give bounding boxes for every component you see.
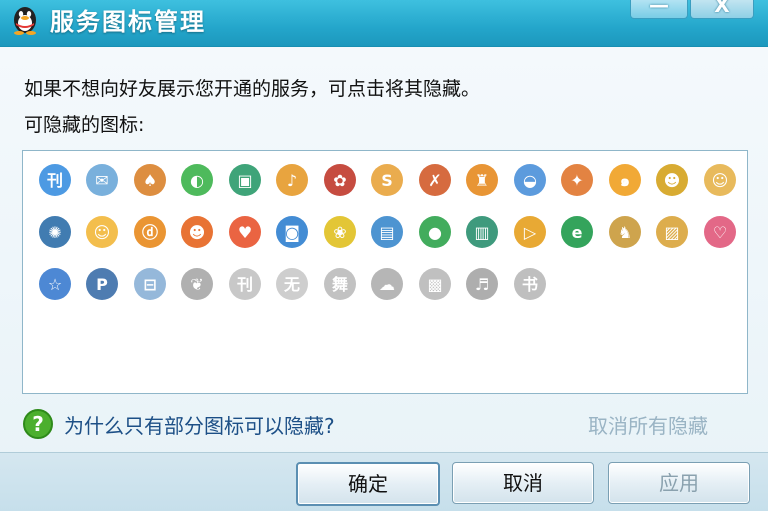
qq-board-icon[interactable]: ▤ [364, 213, 411, 265]
svg-text:▣: ▣ [237, 171, 252, 190]
svg-text:▨: ▨ [664, 223, 679, 242]
svg-text:▷: ▷ [523, 223, 536, 242]
svg-text:♠: ♠ [142, 171, 156, 190]
qq-farm-icon[interactable]: ♞ [601, 213, 648, 265]
svg-text:◐: ◐ [190, 171, 204, 190]
qq-music-icon[interactable]: ♪ [269, 161, 316, 213]
mail-icon[interactable]: ✉ [79, 161, 126, 213]
svg-text:●: ● [428, 223, 442, 242]
qq-browser-icon[interactable]: e [554, 213, 601, 265]
svg-text:✺: ✺ [48, 223, 61, 242]
svg-text:♜: ♜ [475, 171, 489, 190]
why-only-some-icons-link[interactable]: 为什么只有部分图标可以隐藏? [64, 410, 335, 439]
qq-xuanwu-icon[interactable]: ✦ [554, 161, 601, 213]
qq-heart-icon[interactable]: ♥ [221, 213, 268, 265]
svg-text:✗: ✗ [428, 171, 441, 190]
svg-text:✉: ✉ [95, 171, 108, 190]
qq-grey-book-icon[interactable]: 书 [506, 265, 553, 317]
svg-text:e: e [572, 223, 583, 242]
apply-button[interactable]: 应用 [608, 462, 750, 504]
svg-text:舞: 舞 [331, 275, 347, 294]
qq-ranch-icon[interactable]: ▨ [649, 213, 696, 265]
svg-text:书: 书 [521, 275, 537, 294]
qq-vip-icon[interactable]: ✿ [316, 161, 363, 213]
qq-grey-dancer-icon[interactable]: ♬ [459, 265, 506, 317]
svg-text:刊: 刊 [46, 171, 62, 190]
svg-text:☻: ☻ [189, 223, 206, 242]
svg-text:▤: ▤ [379, 223, 394, 242]
qq-fruit-icon[interactable]: ❀ [316, 213, 363, 265]
icon-grid: 刊 ✉ ♠ ◐ ▣ ♪ ✿ S ✗ ♜ ◒ ✦ ๑ ☻ ☺ ✺ ☺ ⓓ ☻ ♥ ◙ ❀ ▤ ● ▥ ▷ e ♞ ▨ ♡ ☆ P ⊟ ❦ 刊无舞 ☁ ▩ ♬… [31, 161, 747, 317]
qq-tang-icon[interactable]: ♜ [459, 161, 506, 213]
qq-grey-coin-icon[interactable]: 无 [269, 265, 316, 317]
svg-text:☻: ☻ [664, 171, 681, 190]
qq-show-icon[interactable]: ♠ [126, 161, 173, 213]
svg-text:▥: ▥ [474, 223, 489, 242]
qq-search-icon[interactable]: ☆ [31, 265, 78, 317]
qzone-icon[interactable]: 刊 [31, 161, 78, 213]
qq-fish-icon[interactable]: ☻ [174, 213, 221, 265]
qq-reader-icon[interactable]: ⊟ [126, 265, 173, 317]
svg-text:P: P [96, 275, 108, 294]
qq-game-icon[interactable]: ▣ [221, 161, 268, 213]
svg-text:☆: ☆ [47, 275, 61, 294]
qq-parking-icon[interactable]: P [79, 265, 126, 317]
cancel-all-hidden-link[interactable]: 取消所有隐藏 [588, 410, 708, 439]
qq-grey-square-icon[interactable]: ▩ [411, 265, 458, 317]
qq-red-diamond-icon[interactable]: ✺ [31, 213, 78, 265]
qq-penguin-icon [14, 7, 36, 35]
svg-text:♥: ♥ [237, 223, 251, 242]
svg-text:☺: ☺ [94, 223, 111, 242]
cancel-button[interactable]: 取消 [452, 462, 594, 504]
svg-text:?: ? [32, 412, 44, 436]
description-text: 如果不想向好友展示您开通的服务，可点击将其隐藏。 [24, 78, 481, 100]
qq-ticket-icon[interactable]: ▥ [459, 213, 506, 265]
qq-grey-dance-icon[interactable]: 舞 [316, 265, 363, 317]
qq-video-icon[interactable]: ▷ [506, 213, 553, 265]
svg-text:♞: ♞ [617, 223, 631, 242]
svg-text:◒: ◒ [523, 171, 537, 190]
qq-love-mail-icon[interactable]: ♡ [696, 213, 743, 265]
qq-speed-icon[interactable]: ✗ [411, 161, 458, 213]
qq-pet-bowl-icon[interactable]: ◒ [506, 161, 553, 213]
svg-text:✦: ✦ [570, 171, 583, 190]
svg-text:ⓓ: ⓓ [141, 223, 157, 242]
icon-list-panel: 刊 ✉ ♠ ◐ ▣ ♪ ✿ S ✗ ♜ ◒ ✦ ๑ ☻ ☺ ✺ ☺ ⓓ ☻ ♥ ◙ ❀ ▤ ● ▥ ▷ e ♞ ▨ ♡ ☆ P ⊟ ❦ 刊无舞 ☁ ▩ ♬… [22, 150, 748, 394]
svg-text:S: S [381, 171, 393, 190]
qq-grey-ball-icon[interactable]: 刊 [221, 265, 268, 317]
qq-doll-icon[interactable]: ☺ [696, 161, 743, 213]
svg-text:刊: 刊 [236, 275, 252, 294]
window-title: 服务图标管理 [50, 8, 206, 36]
svg-text:⊟: ⊟ [143, 275, 156, 294]
svg-text:❀: ❀ [333, 223, 346, 242]
qq-love-grey-icon[interactable]: ❦ [174, 265, 221, 317]
svg-text:❦: ❦ [190, 275, 203, 294]
qq-boy-icon[interactable]: ☺ [79, 213, 126, 265]
qq-green-ball-icon[interactable]: ● [411, 213, 458, 265]
svg-text:无: 无 [283, 275, 300, 294]
qq-bank-icon[interactable]: S [364, 161, 411, 213]
service-icon-manager-dialog: 服务图标管理 — X 如果不想向好友展示您开通的服务，可点击将其隐藏。 可隐藏的… [0, 0, 768, 511]
hideable-icons-label: 可隐藏的图标: [24, 114, 145, 136]
title-bar[interactable]: 服务图标管理 — X [0, 0, 768, 47]
qq-grey-monster-icon[interactable]: ☁ [364, 265, 411, 317]
qq-camera-icon[interactable]: ◙ [269, 213, 316, 265]
svg-text:◙: ◙ [284, 223, 300, 242]
svg-text:▩: ▩ [427, 275, 442, 294]
svg-text:☺: ☺ [711, 171, 728, 190]
qq-orange-icon[interactable]: ⓓ [126, 213, 173, 265]
svg-text:♪: ♪ [287, 171, 297, 190]
svg-text:♬: ♬ [475, 275, 489, 294]
svg-text:☁: ☁ [379, 275, 395, 294]
qq-fighter-icon[interactable]: ☻ [649, 161, 696, 213]
ok-button[interactable]: 确定 [296, 462, 440, 506]
minimize-button[interactable]: — [630, 0, 688, 19]
svg-text:♡: ♡ [712, 223, 726, 242]
qq-pet-icon[interactable]: ◐ [174, 161, 221, 213]
close-button[interactable]: X [690, 0, 754, 19]
help-question-icon[interactable]: ? [22, 408, 54, 440]
svg-text:✿: ✿ [333, 171, 346, 190]
qq-snail-icon[interactable]: ๑ [601, 161, 648, 213]
svg-text:๑: ๑ [619, 171, 629, 190]
